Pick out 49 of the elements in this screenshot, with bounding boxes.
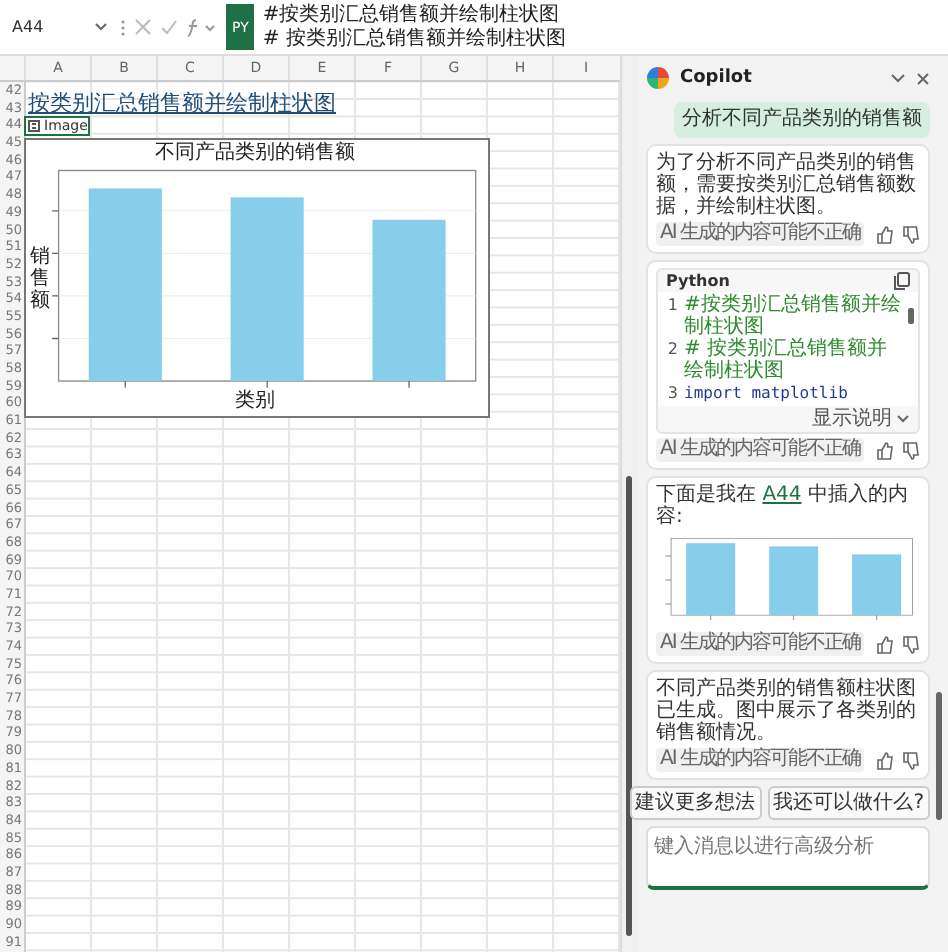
thumbs-down-icon[interactable] [902, 635, 920, 653]
code-language: Python [666, 272, 730, 290]
y-axis-label: 销售额 [30, 245, 50, 311]
line-number: 1 [665, 294, 678, 318]
message-text: 下面是我在 A44 中插入的内容: [656, 484, 910, 528]
cell-link[interactable]: A44 [762, 484, 802, 506]
chart-title: 不同产品类别的销售额 [153, 142, 357, 166]
function-icon[interactable] [186, 17, 218, 37]
more-icon [120, 17, 126, 37]
suggestion-button[interactable]: 我还可以做什么? [767, 786, 930, 820]
thumbs-up-icon[interactable] [876, 635, 894, 653]
check-icon[interactable] [160, 18, 178, 36]
show-explanation-button[interactable]: 显示说明 [804, 406, 918, 432]
user-message: 分析不同产品类别的销售额 [674, 102, 930, 138]
ai-disclaimer-tag: AI 生成的内容可能不正确 [656, 632, 864, 656]
formula-field[interactable]: #按类别汇总销售额并绘制柱状图 # 按类别汇总销售额并绘制柱状图 [262, 3, 566, 51]
code-line: # 按类别汇总销售额并绘制柱状图 [684, 338, 890, 382]
chevron-down-icon[interactable] [890, 72, 906, 84]
message-text: 为了分析不同产品类别的销售额，需要按类别汇总销售额数据，并绘制柱状图。 [656, 152, 918, 218]
name-box[interactable]: A44 [8, 18, 112, 36]
scrollbar-thumb[interactable] [626, 476, 632, 936]
line-number: 2 [665, 338, 678, 362]
python-object-icon [28, 120, 40, 132]
copy-icon[interactable] [894, 272, 910, 290]
scrollbar-thumb[interactable] [936, 692, 942, 820]
message-text: 不同产品类别的销售额柱状图已生成。图中展示了各类别的销售额情况。 [656, 678, 918, 744]
message-input[interactable]: 键入消息以进行高级分析 [646, 826, 930, 890]
panel-title: Copilot [680, 68, 752, 88]
code-line: #按类别汇总销售额并绘制柱状图 [684, 294, 902, 338]
thumbs-up-icon[interactable] [876, 751, 894, 769]
caret-icon [94, 22, 108, 32]
close-icon[interactable] [916, 71, 930, 85]
thumbs-down-icon[interactable] [902, 225, 920, 243]
thumbs-up-icon[interactable] [876, 225, 894, 243]
ai-disclaimer-tag: AI 生成的内容可能不正确 [656, 748, 864, 772]
x-axis-label: 类别 [233, 390, 277, 414]
suggestion-button[interactable]: 建议更多想法 [629, 786, 762, 820]
chart-image[interactable]: 不同产品类别的销售额 销售额 类别 [24, 138, 490, 418]
chevron-down-icon [896, 414, 910, 424]
code-line: import matplotlib [684, 382, 848, 404]
line-number: 3 [665, 382, 678, 404]
thumbs-down-icon[interactable] [902, 441, 920, 459]
scrollbar-thumb[interactable] [908, 308, 914, 324]
thumbs-up-icon[interactable] [876, 441, 894, 459]
thumbs-down-icon[interactable] [902, 751, 920, 769]
copilot-logo-icon [646, 66, 670, 90]
ai-disclaimer-tag: AI 生成的内容可能不正确 [656, 222, 864, 246]
ai-disclaimer-tag: AI 生成的内容可能不正确 [656, 438, 864, 462]
sheet-heading: 按类别汇总销售额并绘制柱状图 [28, 92, 336, 116]
